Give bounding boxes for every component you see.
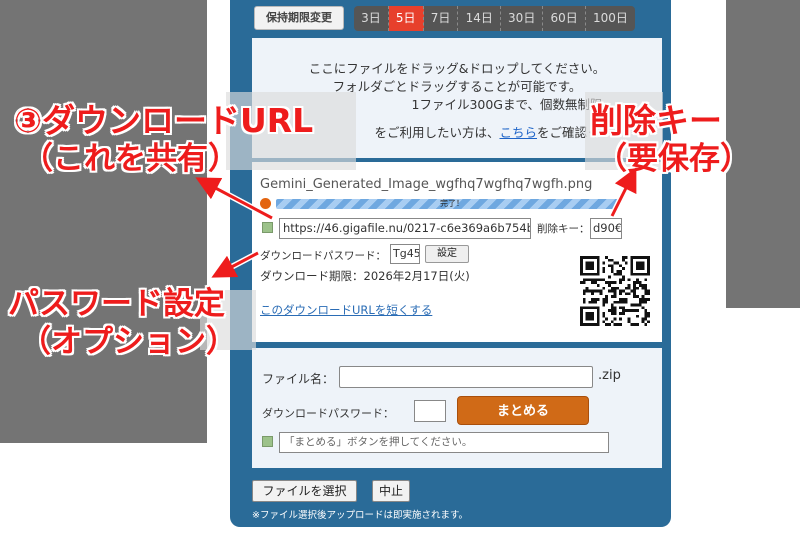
annotation-key-sub: （要保存） (596, 141, 751, 177)
copy-url-icon[interactable] (262, 222, 273, 233)
matomeru-button[interactable]: まとめる (457, 396, 589, 425)
background-left (0, 0, 207, 443)
password-set-button[interactable]: 設定 (425, 245, 469, 263)
uploaded-file-name: Gemini_Generated_Image_wgfhq7wgfhq7wgfh.… (260, 177, 593, 192)
info-pre: をご利用したい方は、 (374, 125, 500, 140)
delete-key-field[interactable]: d90€ (590, 218, 622, 239)
retention-days-selector: 3日 5日 7日 14日 30日 60日 100日 (354, 6, 635, 31)
download-password-label: ダウンロードパスワード： (260, 250, 386, 262)
zip-copy-icon[interactable] (262, 436, 273, 447)
progress-text: 完了！ (440, 199, 464, 208)
annotation-url-sub: （これを共有） (22, 141, 239, 177)
select-file-button[interactable]: ファイルを選択 (252, 480, 357, 502)
zip-file-name-input[interactable] (339, 366, 593, 388)
drop-instruction: ここにファイルをドラッグ&ドロップしてください。 (308, 61, 606, 76)
upload-note: ※ファイル選択後アップロードは即実施されます。 (252, 510, 469, 521)
zip-password-input[interactable] (414, 400, 446, 422)
stop-icon[interactable] (260, 198, 271, 209)
qr-code-icon (575, 251, 655, 331)
day-option-7[interactable]: 7日 (424, 6, 459, 31)
download-url-field[interactable]: https://46.gigafile.nu/0217-c6e369a6b754… (279, 218, 531, 239)
day-option-14[interactable]: 14日 (458, 6, 501, 31)
delete-key-label: 削除キー： (537, 223, 590, 235)
day-option-5[interactable]: 5日 (388, 6, 424, 31)
download-expiry: ダウンロード期限：2026年2月17日(火) (260, 269, 470, 283)
cancel-button[interactable]: 中止 (372, 480, 410, 502)
day-option-100[interactable]: 100日 (586, 6, 635, 31)
info-link[interactable]: こちら (499, 125, 537, 140)
day-option-60[interactable]: 60日 (543, 6, 586, 31)
day-option-3[interactable]: 3日 (354, 6, 389, 31)
zip-password-label: ダウンロードパスワード： (262, 407, 394, 420)
annotation-pw-sub: （オプション） (20, 324, 237, 360)
download-password-field[interactable]: Tg45 (390, 244, 420, 264)
retention-change-button[interactable]: 保持期限変更 (254, 6, 344, 30)
zip-extension: .zip (598, 368, 621, 383)
zip-hint-field[interactable]: 「まとめる」ボタンを押してください。 (279, 432, 609, 453)
shorten-url-link[interactable]: このダウンロードURLを短くする (260, 302, 432, 318)
zip-file-name-label: ファイル名： (262, 372, 335, 386)
day-option-30[interactable]: 30日 (501, 6, 544, 31)
